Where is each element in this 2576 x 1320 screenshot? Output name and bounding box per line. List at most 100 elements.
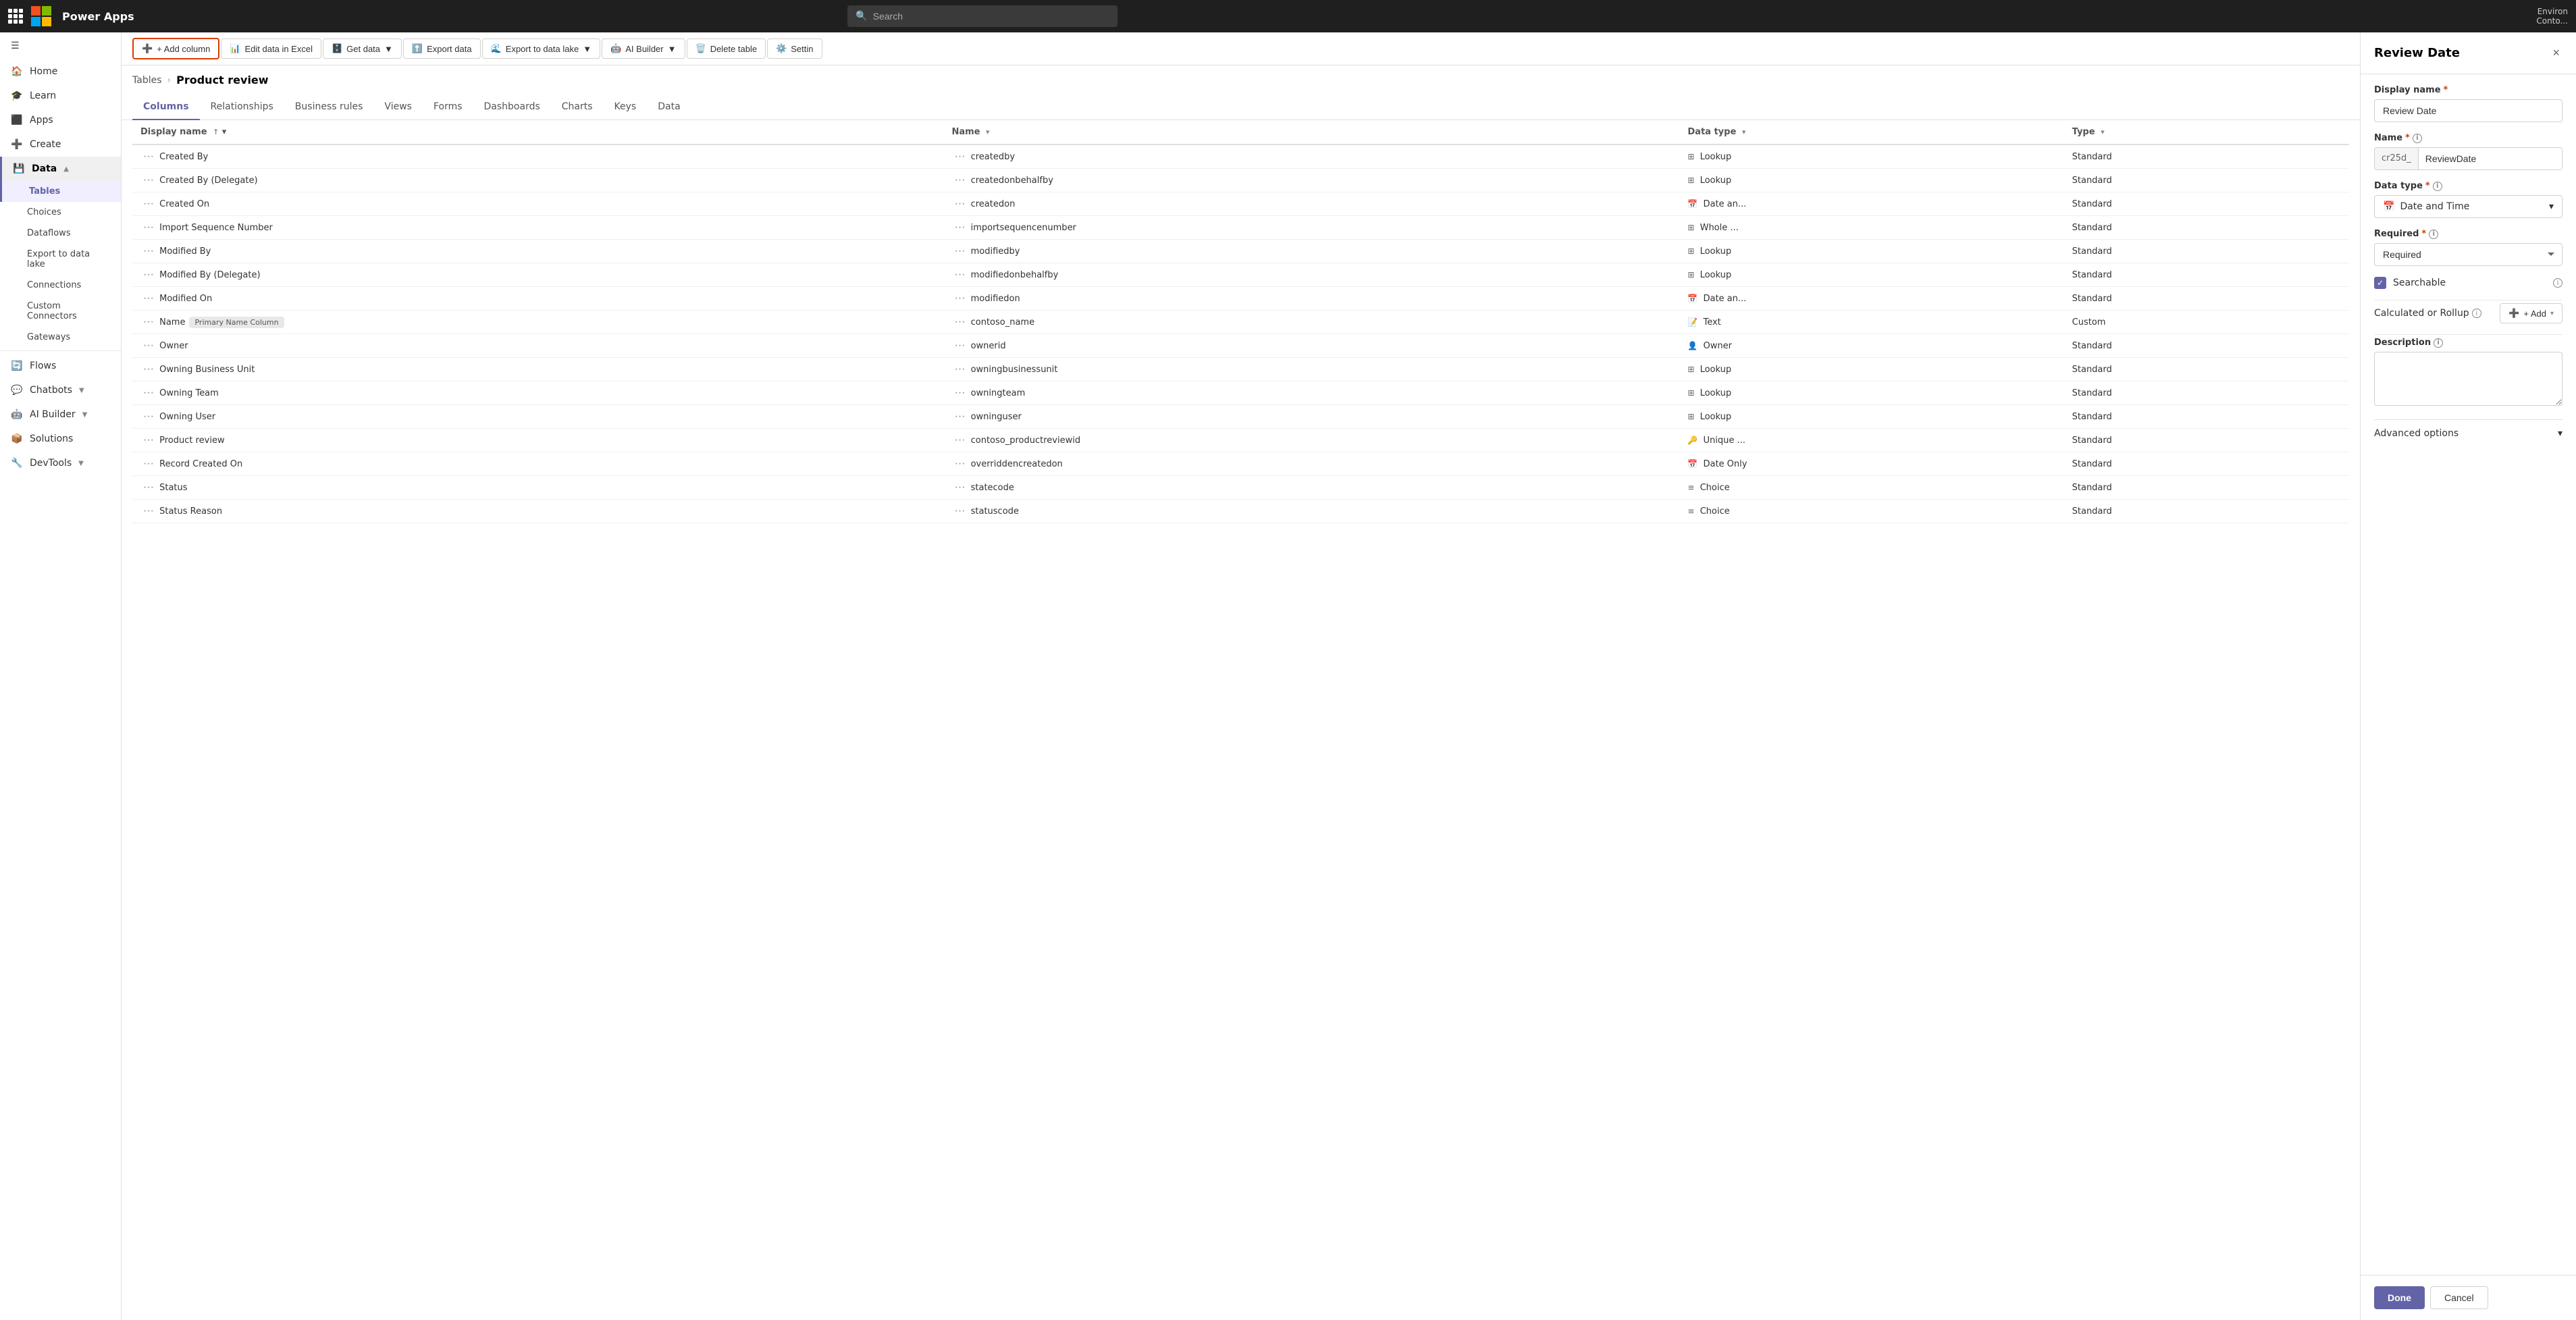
row-menu-button[interactable]: ···	[140, 151, 157, 163]
settings-button[interactable]: ⚙️ Settin	[767, 38, 822, 59]
row-menu-button[interactable]: ···	[140, 434, 157, 446]
row-menu-button[interactable]: ···	[140, 387, 157, 399]
row-name-menu-button[interactable]: ···	[951, 245, 968, 257]
done-button[interactable]: Done	[2374, 1286, 2425, 1309]
export-data-button[interactable]: ⬆️ Export data	[403, 38, 481, 59]
row-menu-button[interactable]: ···	[140, 458, 157, 470]
sidebar-item-chatbots[interactable]: 💬 Chatbots ▼	[0, 378, 121, 402]
row-menu-button[interactable]: ···	[140, 221, 157, 234]
row-menu-button[interactable]: ···	[140, 340, 157, 352]
sidebar-item-dataflows[interactable]: Dataflows	[0, 223, 121, 244]
row-name-menu-button[interactable]: ···	[951, 411, 968, 423]
row-name-menu-button[interactable]: ···	[951, 505, 968, 517]
calc-rollup-info-icon[interactable]: i	[2472, 309, 2481, 318]
col-header-display-name[interactable]: Display name ↑ ▾	[132, 120, 943, 144]
breadcrumb-tables-link[interactable]: Tables	[132, 75, 162, 86]
row-name-menu-button[interactable]: ···	[951, 151, 968, 163]
description-textarea[interactable]	[2374, 352, 2562, 406]
panel-close-button[interactable]: ×	[2550, 43, 2562, 63]
data-type-select[interactable]: 📅 Date and Time ▾	[2374, 195, 2562, 218]
search-input[interactable]	[873, 11, 1110, 22]
sidebar-item-export-lake[interactable]: Export to data lake	[0, 244, 121, 275]
sidebar-item-tables[interactable]: Tables	[0, 181, 121, 202]
row-menu-button[interactable]: ···	[140, 411, 157, 423]
waffle-menu-button[interactable]	[8, 9, 23, 24]
add-column-button[interactable]: ➕ + Add column	[132, 38, 219, 59]
sidebar-item-create[interactable]: ➕ Create	[0, 132, 121, 157]
add-calc-rollup-button[interactable]: ➕ + Add ▾	[2500, 303, 2562, 323]
export-data-lake-button[interactable]: 🌊 Export to data lake ▼	[482, 38, 600, 59]
row-name-menu-button[interactable]: ···	[951, 363, 968, 375]
row-name-menu-button[interactable]: ···	[951, 292, 968, 305]
row-name-menu-button[interactable]: ···	[951, 434, 968, 446]
sidebar-item-connections[interactable]: Connections	[0, 275, 121, 296]
tab-forms[interactable]: Forms	[423, 95, 473, 120]
sidebar-toggle[interactable]: ☰	[0, 32, 121, 59]
tab-charts[interactable]: Charts	[551, 95, 604, 120]
sidebar-item-solutions[interactable]: 📦 Solutions	[0, 427, 121, 451]
sidebar-item-devtools[interactable]: 🔧 DevTools ▼	[0, 451, 121, 475]
required-select[interactable]: Required	[2374, 243, 2562, 266]
row-menu-button[interactable]: ···	[140, 505, 157, 517]
cell-type: Standard	[2064, 429, 2349, 452]
row-name-menu-button[interactable]: ···	[951, 387, 968, 399]
row-menu-button[interactable]: ···	[140, 292, 157, 305]
row-name-menu-button[interactable]: ···	[951, 269, 968, 281]
sidebar-item-home[interactable]: 🏠 Home	[0, 59, 121, 84]
required-info-icon[interactable]: i	[2429, 230, 2438, 239]
cell-display-name: ··· Product review	[132, 429, 943, 452]
tab-columns[interactable]: Columns	[132, 95, 200, 120]
edit-excel-button[interactable]: 📊 Edit data in Excel	[221, 38, 321, 59]
delete-table-button[interactable]: 🗑️ Delete table	[687, 38, 766, 59]
col-header-data-type[interactable]: Data type ▾	[1679, 120, 2064, 144]
tab-business-rules[interactable]: Business rules	[284, 95, 374, 120]
row-name-menu-button[interactable]: ···	[951, 481, 968, 494]
row-name-menu-button[interactable]: ···	[951, 458, 968, 470]
sidebar-item-apps[interactable]: ⬛ Apps	[0, 108, 121, 132]
cell-name: ··· createdon	[943, 192, 1679, 216]
searchable-checkbox[interactable]: ✓	[2374, 277, 2386, 289]
row-menu-button[interactable]: ···	[140, 174, 157, 186]
sidebar-item-ai-builder[interactable]: 🤖 AI Builder ▼	[0, 402, 121, 427]
ai-builder-button[interactable]: 🤖 AI Builder ▼	[602, 38, 685, 59]
environment-info[interactable]: Environ Conto...	[2536, 7, 2568, 26]
data-type-info-icon[interactable]: i	[2433, 182, 2442, 191]
microsoft-logo[interactable]	[31, 6, 51, 26]
row-name-menu-button[interactable]: ···	[951, 198, 968, 210]
row-name-menu-button[interactable]: ···	[951, 340, 968, 352]
col-header-name[interactable]: Name ▾	[943, 120, 1679, 144]
row-menu-button[interactable]: ···	[140, 269, 157, 281]
searchable-info-icon[interactable]: i	[2553, 278, 2562, 288]
sidebar-item-learn[interactable]: 🎓 Learn	[0, 84, 121, 108]
sidebar-item-flows[interactable]: 🔄 Flows	[0, 354, 121, 378]
sidebar-item-custom-connectors[interactable]: Custom Connectors	[0, 296, 121, 327]
table-row: ··· Modified By ··· modifiedby ⊞ Lookup …	[132, 240, 2349, 263]
name-input[interactable]	[2419, 148, 2562, 169]
description-info-icon[interactable]: i	[2434, 338, 2443, 348]
sidebar-item-data[interactable]: 💾 Data ▲	[0, 157, 121, 181]
row-menu-button[interactable]: ···	[140, 481, 157, 494]
tab-dashboards[interactable]: Dashboards	[473, 95, 551, 120]
add-calc-chevron-icon: ▾	[2550, 310, 2554, 317]
filter-icon[interactable]: ▾	[222, 127, 227, 137]
cancel-button[interactable]: Cancel	[2430, 1286, 2488, 1309]
sidebar-item-choices[interactable]: Choices	[0, 202, 121, 223]
row-menu-button[interactable]: ···	[140, 245, 157, 257]
sidebar-item-gateways[interactable]: Gateways	[0, 327, 121, 348]
display-name-input[interactable]	[2374, 99, 2562, 122]
tab-keys[interactable]: Keys	[604, 95, 648, 120]
name-info-icon[interactable]: i	[2413, 134, 2422, 143]
tab-relationships[interactable]: Relationships	[200, 95, 284, 120]
col-header-type[interactable]: Type ▾	[2064, 120, 2349, 144]
get-data-button[interactable]: 🗄️ Get data ▼	[323, 38, 402, 59]
search-box[interactable]: 🔍	[847, 5, 1118, 27]
row-menu-button[interactable]: ···	[140, 198, 157, 210]
row-name-menu-button[interactable]: ···	[951, 174, 968, 186]
advanced-options-row[interactable]: Advanced options ▾	[2374, 419, 2562, 447]
row-menu-button[interactable]: ···	[140, 316, 157, 328]
row-menu-button[interactable]: ···	[140, 363, 157, 375]
tab-views[interactable]: Views	[373, 95, 423, 120]
tab-data[interactable]: Data	[647, 95, 691, 120]
row-name-menu-button[interactable]: ···	[951, 316, 968, 328]
row-name-menu-button[interactable]: ···	[951, 221, 968, 234]
